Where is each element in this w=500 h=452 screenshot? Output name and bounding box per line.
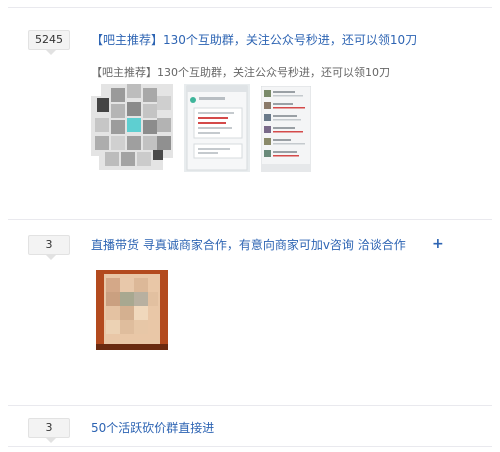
reply-count-badge: 3 (28, 418, 70, 443)
reply-count-badge: 3 (28, 235, 70, 260)
thread-image-qr[interactable] (91, 84, 173, 170)
thread-title-link[interactable]: 【吧主推荐】130个互助群，关注公众号秒进，还可以领10刀 (91, 31, 417, 48)
thread-title-link[interactable]: 50个活跃砍价群直接进 (91, 419, 214, 436)
divider (8, 405, 492, 406)
divider (8, 7, 492, 8)
thread-image-chat-screenshot[interactable] (184, 84, 250, 172)
divider (8, 219, 492, 220)
divider (8, 446, 492, 447)
thread-title-link[interactable]: 直播带货 寻真诚商家合作，有意向商家可加v咨询 洽谈合作 (91, 236, 406, 253)
plus-icon[interactable]: + (432, 236, 444, 252)
reply-count-badge: 5245 (28, 30, 70, 55)
thread-abstract: 【吧主推荐】130个互助群，关注公众号秒进，还可以领10刀 (91, 66, 390, 79)
thread-image-photo[interactable] (96, 270, 168, 350)
thread-image-group-list-screenshot[interactable] (261, 86, 311, 172)
